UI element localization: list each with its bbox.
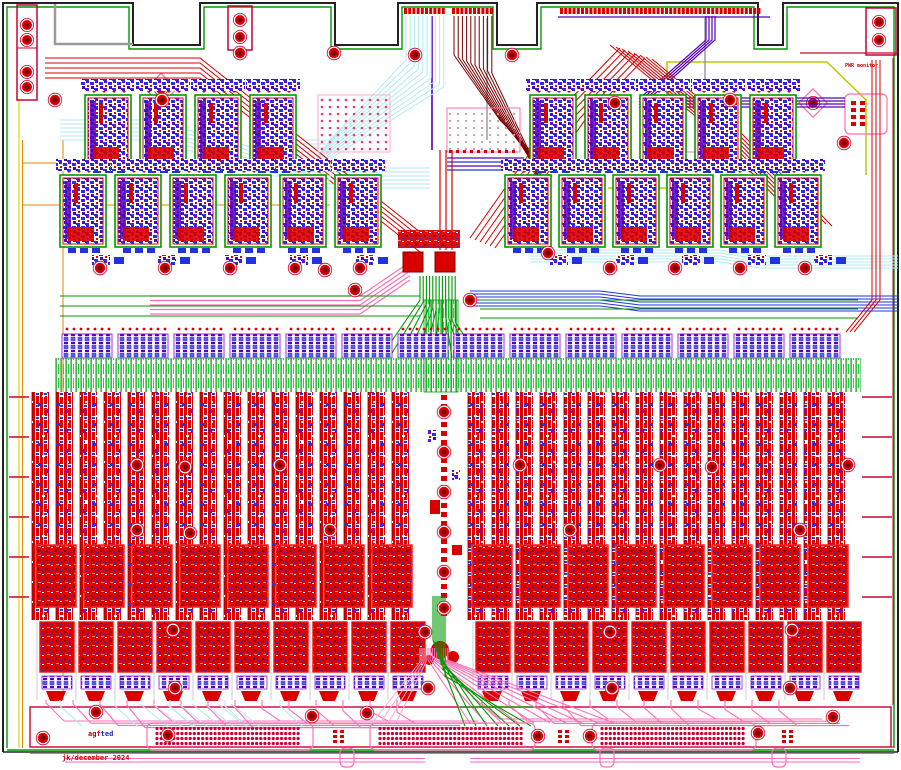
connector-label: PWR monitor — [845, 63, 878, 69]
mid-connector-row — [55, 328, 861, 392]
power-columns — [9, 392, 892, 620]
title-author-blue: ted — [101, 730, 114, 738]
title-block: agfted jk/december 2024 — [62, 714, 129, 770]
pcb-board — [0, 0, 901, 770]
title-date: jk/december 2024 — [62, 754, 129, 762]
pcb-layout-canvas[interactable]: agfted jk/december 2024 PWR monitor — [0, 0, 901, 770]
title-author: agfted — [62, 730, 129, 738]
title-author-red: agf — [88, 730, 101, 738]
